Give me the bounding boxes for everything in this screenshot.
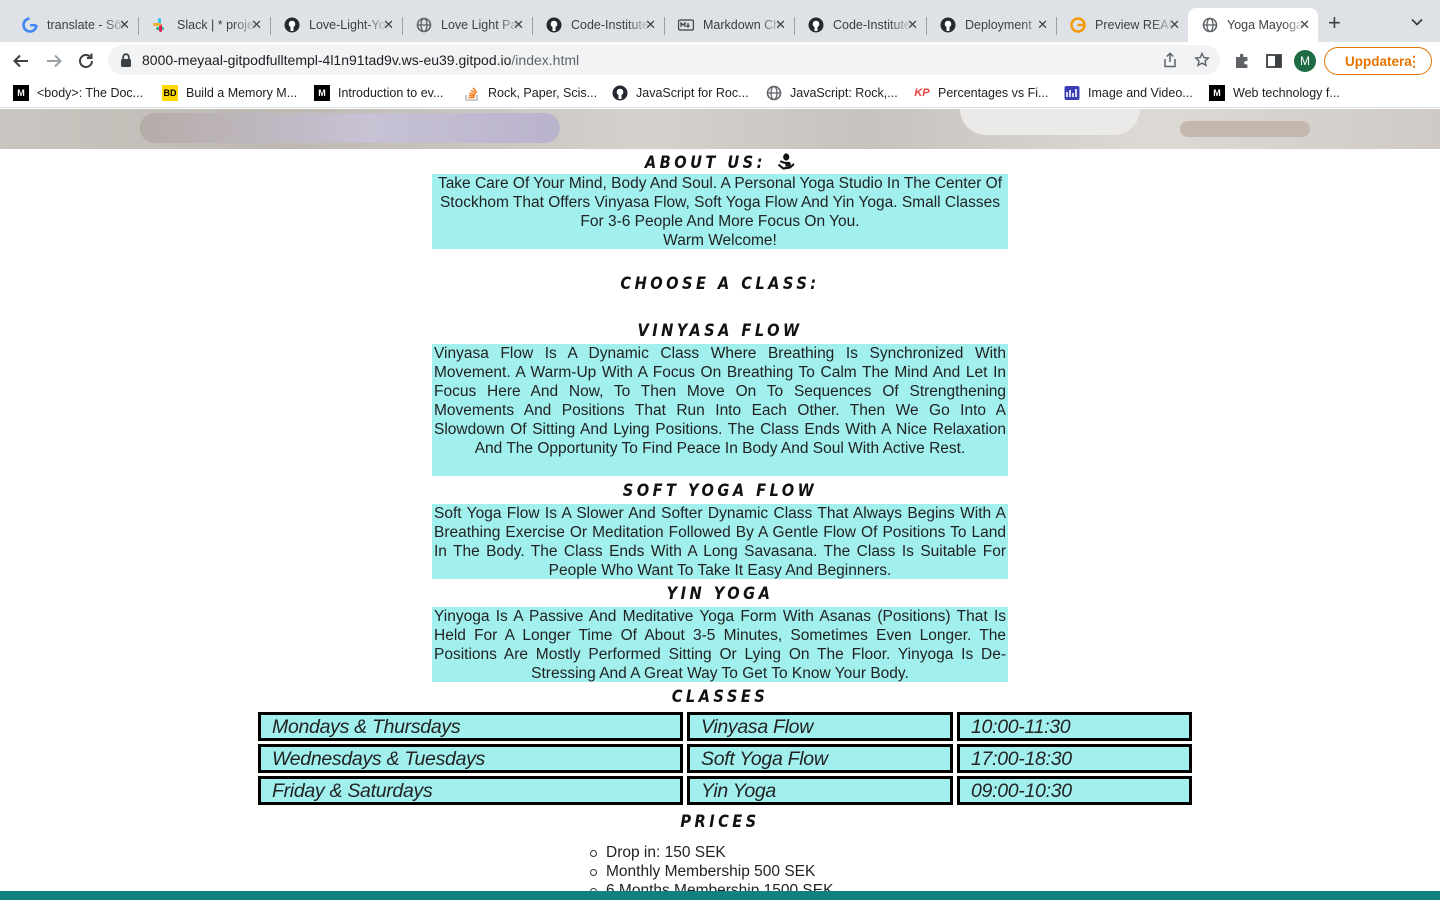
browser-toolbar: 8000-meyaal-gitpodfulltempl-4l1n91tad9v.… <box>0 42 1440 79</box>
list-item: Drop in: 150 SEK <box>589 843 833 862</box>
bookmark-item[interactable]: BD Build a Memory M... <box>162 85 297 101</box>
bookmarks-bar: M <body>: The Doc... BD Build a Memory M..… <box>0 79 1440 108</box>
extensions-icon[interactable] <box>1233 52 1251 70</box>
close-tab-icon[interactable]: ✕ <box>251 17 262 33</box>
schedule-class: Yin Yoga <box>687 776 953 805</box>
google-icon <box>22 17 38 33</box>
bookmark-item[interactable]: Image and Video... <box>1064 85 1193 101</box>
close-tab-icon[interactable]: ✕ <box>775 17 786 33</box>
about-box: Take Care Of Your Mind, Body And Soul. A… <box>432 174 1008 249</box>
tab[interactable]: Slack | * project ✕ <box>138 8 271 42</box>
profile-avatar[interactable]: M <box>1294 50 1316 72</box>
schedule-time: 10:00-11:30 <box>957 712 1192 741</box>
tab-search-icon[interactable] <box>1409 14 1425 30</box>
list-item: Monthly Membership 500 SEK <box>589 862 833 881</box>
hero-image <box>0 109 1440 149</box>
mdn-icon: M <box>314 85 330 101</box>
bookmark-item[interactable]: KP Percentages vs Fi... <box>914 85 1048 101</box>
tab-active[interactable]: Yoga Mayoga ✕ <box>1188 8 1318 42</box>
reload-button[interactable] <box>75 50 97 72</box>
bookmark-item[interactable]: M Web technology f... <box>1209 85 1340 101</box>
about-heading: ABOUT US: <box>101 152 1339 175</box>
tab[interactable]: Love-Light-Yoga ✕ <box>270 8 403 42</box>
schedule-days: Wednesdays & Tuesdays <box>258 744 683 773</box>
github-icon <box>284 17 300 33</box>
bookmark-item[interactable]: M <body>: The Doc... <box>13 85 143 101</box>
schedule-days: Mondays & Thursdays <box>258 712 683 741</box>
share-icon[interactable] <box>1162 52 1178 68</box>
about-text: Take Care Of Your Mind, Body And Soul. A… <box>437 175 1003 230</box>
globe-icon <box>416 17 432 33</box>
slack-icon <box>152 17 168 33</box>
close-tab-icon[interactable]: ✕ <box>645 17 656 33</box>
tab[interactable]: Deployment ✕ <box>926 8 1057 42</box>
schedule-time: 09:00-10:30 <box>957 776 1192 805</box>
close-tab-icon[interactable]: ✕ <box>1037 17 1048 33</box>
forward-button[interactable] <box>43 50 65 72</box>
welcome-text: Warm Welcome! <box>663 232 777 249</box>
github-icon <box>940 17 956 33</box>
github-icon <box>546 17 562 33</box>
preview-icon <box>1070 17 1086 33</box>
bookmark-item[interactable]: M Introduction to ev... <box>314 85 443 101</box>
update-button[interactable]: Uppdatera ⋮ <box>1324 47 1432 75</box>
mdn-icon: M <box>1209 85 1225 101</box>
github-icon <box>612 85 628 101</box>
class-description-yin-yoga: Yinyoga Is A Passive And Meditative Yoga… <box>432 607 1008 682</box>
bookmark-item[interactable]: JavaScript for Roc... <box>612 85 749 101</box>
footer <box>0 891 1440 900</box>
close-tab-icon[interactable]: ✕ <box>119 17 130 33</box>
class-title-soft-yoga: SOFT YOGA FLOW <box>622 481 818 501</box>
page-viewport[interactable]: ABOUT US: Take Care Of Your Mind, Body A… <box>0 109 1440 900</box>
tab[interactable]: Code-Institute ✕ <box>794 8 927 42</box>
prices-heading: PRICES <box>680 812 760 832</box>
schedule-days: Friday & Saturdays <box>258 776 683 805</box>
schedule-class: Soft Yoga Flow <box>687 744 953 773</box>
class-title-yin-yoga: YIN YOGA <box>666 584 774 604</box>
stackoverflow-icon <box>464 85 480 101</box>
url-host: 8000-meyaal-gitpodfulltempl-4l1n91tad9v.… <box>142 52 512 68</box>
side-panel-icon[interactable] <box>1265 52 1283 70</box>
kp-icon: KP <box>914 87 930 99</box>
tab[interactable]: Preview README ✕ <box>1056 8 1188 42</box>
close-tab-icon[interactable]: ✕ <box>513 17 524 33</box>
class-description-soft-yoga: Soft Yoga Flow Is A Slower And Softer Dy… <box>432 504 1008 579</box>
bd-icon: BD <box>162 85 178 101</box>
tab[interactable]: Markdown Cheat ✕ <box>664 8 795 42</box>
close-tab-icon[interactable]: ✕ <box>383 17 394 33</box>
new-tab-button[interactable]: + <box>1328 12 1341 34</box>
github-icon <box>808 17 824 33</box>
url-path: /index.html <box>511 52 580 68</box>
markdown-icon <box>678 17 694 33</box>
menu-dots-icon[interactable]: ⋮ <box>1407 53 1421 69</box>
bookmark-star-icon[interactable] <box>1194 51 1210 68</box>
mdn-icon: M <box>13 85 29 101</box>
address-bar[interactable]: 8000-meyaal-gitpodfulltempl-4l1n91tad9v.… <box>108 45 1220 75</box>
image-site-icon <box>1064 85 1080 101</box>
globe-icon <box>766 85 782 101</box>
tab[interactable]: Code-Institute ✕ <box>532 8 665 42</box>
tab[interactable]: translate - Sök ✕ <box>8 8 139 42</box>
back-button[interactable] <box>10 50 32 72</box>
class-title-vinyasa: VINYASA FLOW <box>637 321 803 341</box>
caring-hand-icon <box>778 152 795 175</box>
schedule-class: Vinyasa Flow <box>687 712 953 741</box>
close-tab-icon[interactable]: ✕ <box>1169 17 1180 33</box>
choose-class-heading: CHOOSE A CLASS: <box>620 274 820 294</box>
bookmark-item[interactable]: JavaScript: Rock,... <box>766 85 898 101</box>
schedule-heading: CLASSES <box>671 687 769 707</box>
lock-icon[interactable] <box>120 53 132 72</box>
tab-strip: translate - Sök ✕ Slack | * project ✕ Lo… <box>0 0 1440 42</box>
schedule-time: 17:00-18:30 <box>957 744 1192 773</box>
globe-icon <box>1202 17 1218 33</box>
close-tab-icon[interactable]: ✕ <box>907 17 918 33</box>
class-description-vinyasa: Vinyasa Flow Is A Dynamic Class Where Br… <box>432 344 1008 476</box>
close-tab-icon[interactable]: ✕ <box>1299 17 1310 33</box>
tab[interactable]: Love Light Page ✕ <box>402 8 533 42</box>
bookmark-item[interactable]: Rock, Paper, Scis... <box>464 85 597 101</box>
